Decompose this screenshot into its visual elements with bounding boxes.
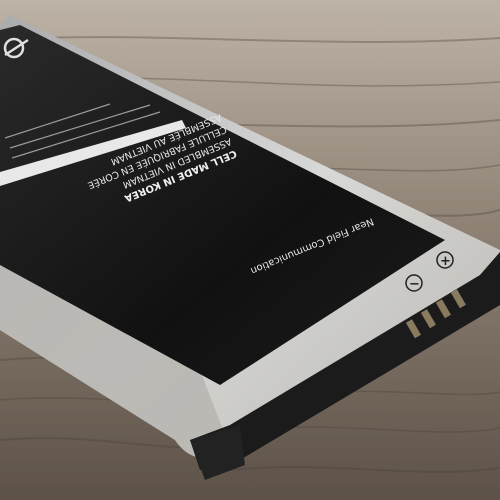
minus-symbol: − bbox=[409, 277, 420, 292]
photo-scene: CELL MADE IN KOREA ASSEMBLED IN VIETNAM … bbox=[0, 0, 500, 500]
photo-canvas: CELL MADE IN KOREA ASSEMBLED IN VIETNAM … bbox=[0, 0, 500, 500]
plus-symbol: + bbox=[440, 254, 451, 269]
